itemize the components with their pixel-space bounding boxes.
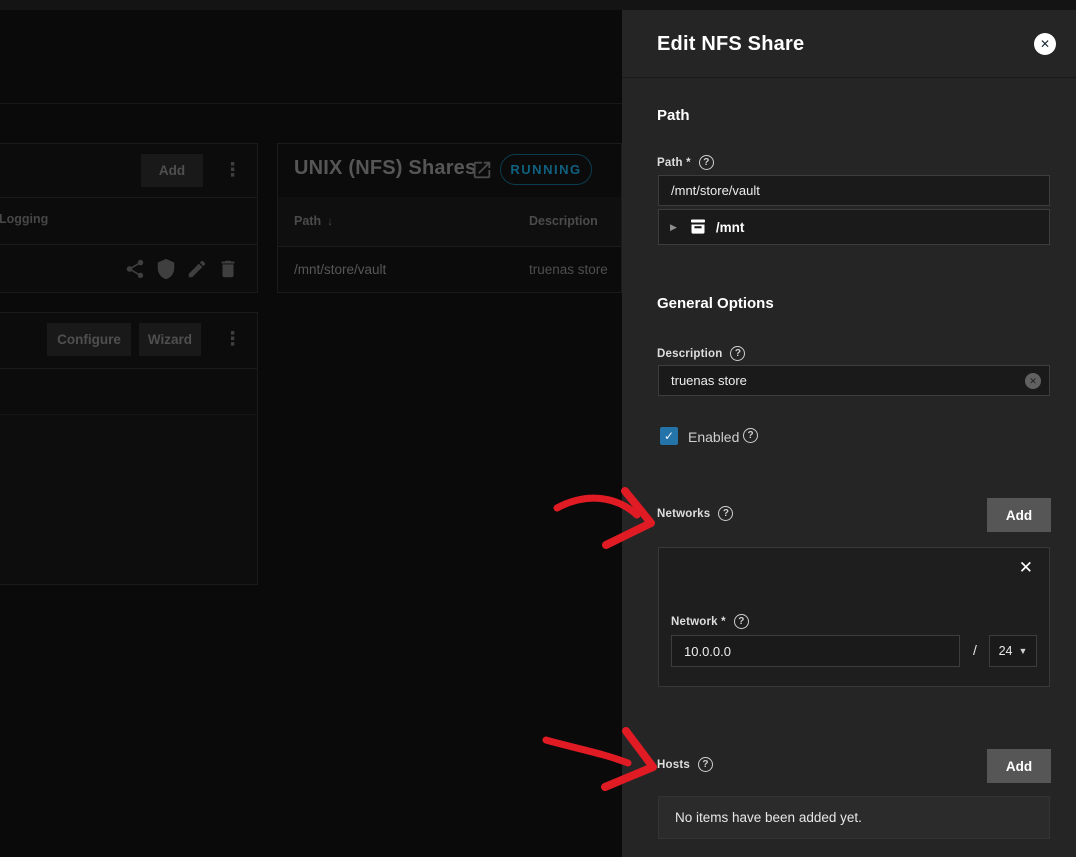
add-network-button[interactable]: Add [987,498,1051,532]
close-button[interactable]: ✕ [1034,33,1056,55]
help-icon[interactable]: ? [730,346,745,361]
page-divider [0,103,622,104]
general-options-heading: General Options [657,295,774,312]
checkmark-icon: ✓ [664,430,674,442]
more-vertical-icon[interactable]: ⋮ [223,161,242,180]
close-icon: ✕ [1040,38,1050,50]
shield-icon[interactable] [155,258,177,280]
row-action-icons [124,258,239,280]
add-share-button[interactable]: Add [141,154,203,187]
dataset-icon [688,217,708,237]
empty-table-area [0,415,257,585]
configure-button[interactable]: Configure [47,323,131,356]
help-icon[interactable]: ? [698,757,713,772]
empty-state-text: No items have been added yet. [675,810,862,825]
description-input[interactable] [658,365,1050,396]
divider [0,197,257,198]
edit-icon[interactable] [186,258,208,280]
nfs-shares-card: UNIX (NFS) Shares RUNNING Path↓ Descript… [277,143,622,293]
edit-nfs-share-panel: Edit NFS Share ✕ Path Path * ? ▶ /mnt Ge… [622,10,1076,857]
service-status-badge[interactable]: RUNNING [500,154,592,185]
screen: Add ⋮ Logging Configure Wizard ⋮ UNIX (N… [0,0,1076,857]
help-icon[interactable]: ? [699,155,714,170]
more-vertical-icon[interactable]: ⋮ [223,330,242,349]
prefix-length-select[interactable]: 24 ▼ [989,635,1037,667]
share-icon[interactable] [124,258,146,280]
enabled-help: ? [743,428,758,443]
sharing-card: Add ⋮ Logging [0,143,258,293]
hosts-empty-state: No items have been added yet. [658,796,1050,839]
enabled-checkbox[interactable]: ✓ [660,427,678,445]
divider [0,368,257,369]
delete-icon[interactable] [217,258,239,280]
enabled-label: Enabled [688,429,739,445]
chevron-down-icon: ▼ [1018,646,1027,656]
caret-right-icon[interactable]: ▶ [670,222,677,233]
column-header-path[interactable]: Path↓ [294,214,333,228]
sort-down-icon: ↓ [327,214,333,228]
clear-input-icon[interactable]: ✕ [1025,373,1041,389]
help-icon[interactable]: ? [718,506,733,521]
table-header-row: Path↓ Description [278,197,621,246]
panel-title: Edit NFS Share [657,33,804,56]
cidr-separator: / [973,642,977,658]
help-icon[interactable]: ? [743,428,758,443]
path-input[interactable] [658,175,1050,206]
network-field-label: Network * ? [671,614,749,629]
open-in-new-icon[interactable] [471,159,493,181]
wizard-button[interactable]: Wizard [139,323,201,356]
hosts-list-label: Hosts ? [657,757,713,772]
top-bar [0,0,1076,10]
divider [0,244,257,245]
logging-label: Logging [0,212,48,226]
config-card: Configure Wizard ⋮ [0,312,258,585]
arrow-to-hosts-shaft [546,740,628,763]
networks-list-label: Networks ? [657,506,733,521]
path-section-heading: Path [657,107,690,124]
nfs-card-title: UNIX (NFS) Shares [294,157,476,180]
cell-description: truenas store [529,262,608,277]
panel-header: Edit NFS Share ✕ [622,10,1076,78]
cell-path: /mnt/store/vault [294,262,386,277]
path-field-label: Path * ? [657,155,714,170]
add-host-button[interactable]: Add [987,749,1051,783]
table-row[interactable]: /mnt/store/vault truenas store [278,246,621,293]
filesystem-tree-row[interactable]: ▶ /mnt [658,209,1050,245]
tree-node-label: /mnt [716,220,745,235]
description-field-label: Description ? [657,346,745,361]
help-icon[interactable]: ? [734,614,749,629]
remove-entry-icon[interactable]: ✕ [1019,558,1033,578]
column-header-description[interactable]: Description [529,214,598,228]
network-entry-card: ✕ Network * ? / 24 ▼ [658,547,1050,687]
network-input[interactable] [671,635,960,667]
